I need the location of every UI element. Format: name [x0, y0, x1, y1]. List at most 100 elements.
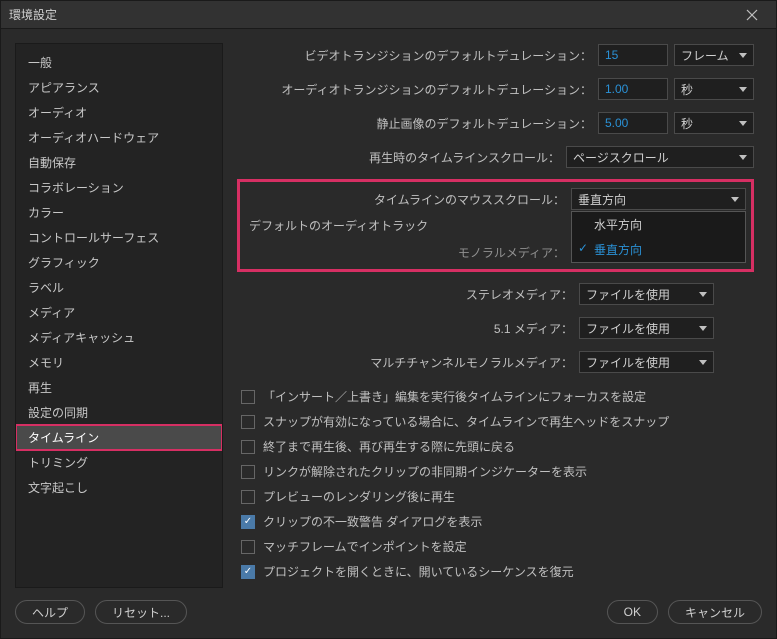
- highlight-mouse-scroll: タイムラインのマウススクロール： 垂直方向 水平方向 垂直方向 デフォルトのオー…: [237, 179, 754, 272]
- chevron-down-icon: [699, 326, 707, 331]
- select-playback-scroll[interactable]: ページスクロール: [566, 146, 754, 168]
- select-value: ファイルを使用: [586, 286, 670, 303]
- chevron-down-icon: [739, 155, 747, 160]
- sidebar: 一般アピアランスオーディオオーディオハードウェア自動保存コラボレーションカラーコ…: [15, 43, 223, 588]
- select-value: 垂直方向: [578, 191, 626, 208]
- checkbox-label: プレビューのレンダリング後に再生: [263, 488, 455, 505]
- input-still-image[interactable]: [598, 112, 668, 134]
- dropdown-mouse-scroll: 水平方向 垂直方向: [571, 211, 746, 263]
- checkbox[interactable]: [241, 515, 255, 529]
- select-mouse-scroll[interactable]: 垂直方向 水平方向 垂直方向: [571, 188, 746, 210]
- sidebar-item[interactable]: コントロールサーフェス: [16, 225, 222, 250]
- select-multichannel-media[interactable]: ファイルを使用: [579, 351, 714, 373]
- sidebar-item[interactable]: メモリ: [16, 350, 222, 375]
- sidebar-item[interactable]: コラボレーション: [16, 175, 222, 200]
- sidebar-item[interactable]: 文字起こし: [16, 475, 222, 500]
- row-stereo-media: ステレオメディア： ファイルを使用: [237, 282, 754, 306]
- chevron-down-icon: [699, 360, 707, 365]
- sidebar-item[interactable]: トリミング: [16, 450, 222, 475]
- checkbox[interactable]: [241, 565, 255, 579]
- ok-button[interactable]: OK: [607, 600, 658, 624]
- checkbox-label: クリップの不一致警告 ダイアログを表示: [263, 513, 482, 530]
- row-multichannel-media: マルチチャンネルモノラルメディア： ファイルを使用: [237, 350, 754, 374]
- checkbox[interactable]: [241, 390, 255, 404]
- sidebar-item[interactable]: グラフィック: [16, 250, 222, 275]
- select-still-image-unit[interactable]: 秒: [674, 112, 754, 134]
- row-51-media: 5.1 メディア： ファイルを使用: [237, 316, 754, 340]
- checkbox-row: スナップが有効になっている場合に、タイムラインで再生ヘッドをスナップ: [237, 409, 754, 434]
- chevron-down-icon: [739, 53, 747, 58]
- dropdown-option-vertical[interactable]: 垂直方向: [572, 237, 745, 262]
- sidebar-item[interactable]: メディアキャッシュ: [16, 325, 222, 350]
- checkbox[interactable]: [241, 490, 255, 504]
- checkbox[interactable]: [241, 540, 255, 554]
- label-video-transition: ビデオトランジションのデフォルトデュレーション：: [304, 47, 592, 64]
- checkbox-row: リンクが解除されたクリップの非同期インジケーターを表示: [237, 459, 754, 484]
- select-stereo-media[interactable]: ファイルを使用: [579, 283, 714, 305]
- sidebar-item[interactable]: 自動保存: [16, 150, 222, 175]
- sidebar-item[interactable]: オーディオハードウェア: [16, 125, 222, 150]
- checkbox-label: マッチフレームでインポイントを設定: [263, 538, 467, 555]
- sidebar-item[interactable]: 設定の同期: [16, 400, 222, 425]
- label-multichannel-media: マルチチャンネルモノラルメディア：: [370, 354, 573, 371]
- titlebar: 環境設定: [1, 1, 776, 29]
- checkbox-group: 「インサート／上書き」編集を実行後タイムラインにフォーカスを設定スナップが有効に…: [237, 384, 754, 584]
- sidebar-item[interactable]: オーディオ: [16, 100, 222, 125]
- chevron-down-icon: [731, 197, 739, 202]
- dialog-title: 環境設定: [9, 6, 736, 23]
- select-value: ファイルを使用: [586, 354, 670, 371]
- row-playback-scroll: 再生時のタイムラインスクロール： ページスクロール: [237, 145, 754, 169]
- checkbox-row: マッチフレームでインポイントを設定: [237, 534, 754, 559]
- help-button[interactable]: ヘルプ: [15, 600, 85, 624]
- sidebar-item[interactable]: カラー: [16, 200, 222, 225]
- label-audio-track-group: デフォルトのオーディオトラック: [245, 217, 428, 234]
- checkbox-row: 終了まで再生後、再び再生する際に先頭に戻る: [237, 434, 754, 459]
- sidebar-item[interactable]: メディア: [16, 300, 222, 325]
- dropdown-option-horizontal[interactable]: 水平方向: [572, 212, 745, 237]
- checkbox-row: プレビューのレンダリング後に再生: [237, 484, 754, 509]
- body-area: 一般アピアランスオーディオオーディオハードウェア自動保存コラボレーションカラーコ…: [1, 29, 776, 588]
- select-value: ファイルを使用: [586, 320, 670, 337]
- label-audio-transition: オーディオトランジションのデフォルトデュレーション：: [281, 81, 592, 98]
- checkbox-label: リンクが解除されたクリップの非同期インジケーターを表示: [263, 463, 587, 480]
- chevron-down-icon: [739, 121, 747, 126]
- chevron-down-icon: [699, 292, 707, 297]
- sidebar-item[interactable]: アピアランス: [16, 75, 222, 100]
- cancel-button[interactable]: キャンセル: [668, 600, 762, 624]
- select-video-transition-unit[interactable]: フレーム: [674, 44, 754, 66]
- checkbox[interactable]: [241, 440, 255, 454]
- input-video-transition[interactable]: [598, 44, 668, 66]
- checkbox-row: クリップの不一致警告 ダイアログを表示: [237, 509, 754, 534]
- checkbox-row: 「インサート／上書き」編集を実行後タイムラインにフォーカスを設定: [237, 384, 754, 409]
- input-audio-transition[interactable]: [598, 78, 668, 100]
- sidebar-item[interactable]: 一般: [16, 50, 222, 75]
- select-value: フレーム: [681, 47, 729, 64]
- checkbox-label: スナップが有効になっている場合に、タイムラインで再生ヘッドをスナップ: [263, 413, 669, 430]
- label-still-image: 静止画像のデフォルトデュレーション：: [376, 115, 592, 132]
- checkbox-row: プロジェクトを開くときに、開いているシーケンスを復元: [237, 559, 754, 584]
- preferences-dialog: 環境設定 一般アピアランスオーディオオーディオハードウェア自動保存コラボレーショ…: [0, 0, 777, 639]
- checkbox[interactable]: [241, 465, 255, 479]
- sidebar-item[interactable]: 再生: [16, 375, 222, 400]
- select-value: 秒: [681, 81, 693, 98]
- close-icon: [746, 9, 758, 21]
- label-51-media: 5.1 メディア：: [494, 320, 573, 337]
- select-value: ページスクロール: [573, 149, 669, 166]
- select-audio-transition-unit[interactable]: 秒: [674, 78, 754, 100]
- select-51-media[interactable]: ファイルを使用: [579, 317, 714, 339]
- label-mouse-scroll: タイムラインのマウススクロール：: [374, 191, 565, 208]
- row-mouse-scroll: タイムラインのマウススクロール： 垂直方向 水平方向 垂直方向: [245, 187, 746, 211]
- sidebar-item[interactable]: ラベル: [16, 275, 222, 300]
- row-still-image: 静止画像のデフォルトデュレーション： 秒: [237, 111, 754, 135]
- close-button[interactable]: [736, 1, 768, 28]
- main-panel: ビデオトランジションのデフォルトデュレーション： フレーム オーディオトランジシ…: [237, 43, 762, 588]
- checkbox-label: プロジェクトを開くときに、開いているシーケンスを復元: [263, 563, 574, 580]
- label-playback-scroll: 再生時のタイムラインスクロール：: [369, 149, 560, 166]
- chevron-down-icon: [739, 87, 747, 92]
- sidebar-item[interactable]: タイムライン: [16, 425, 222, 450]
- checkbox[interactable]: [241, 415, 255, 429]
- reset-button[interactable]: リセット...: [95, 600, 187, 624]
- select-value: 秒: [681, 115, 693, 132]
- footer: ヘルプ リセット... OK キャンセル: [1, 588, 776, 638]
- checkbox-label: 「インサート／上書き」編集を実行後タイムラインにフォーカスを設定: [263, 388, 646, 405]
